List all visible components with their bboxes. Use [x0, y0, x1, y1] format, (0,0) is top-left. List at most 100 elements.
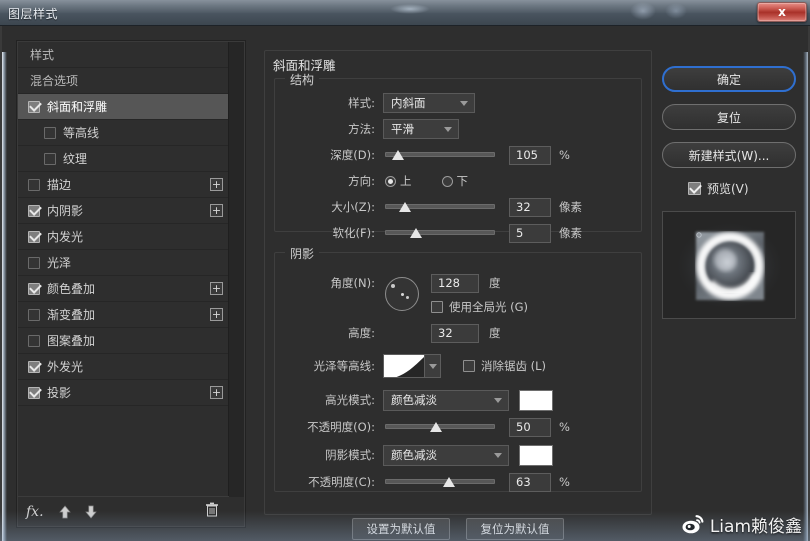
soften-slider[interactable]	[385, 226, 495, 240]
direction-up-option[interactable]: 上	[385, 173, 412, 189]
direction-up-radio[interactable]	[385, 175, 396, 187]
shadow-color-swatch[interactable]	[519, 444, 553, 466]
shadow-mode-row: 阴影模式: 颜色减淡	[275, 444, 643, 466]
sidebar-item-13[interactable]: 投影 +	[18, 380, 229, 406]
highlight-opacity-thumb[interactable]	[429, 422, 442, 432]
sidebar-item-checkbox-4[interactable]	[44, 152, 56, 165]
arrow-down-icon[interactable]	[84, 504, 98, 520]
sidebar-item-1[interactable]: 混合选项	[18, 68, 229, 94]
sidebar-item-label: 图案叠加	[47, 334, 96, 348]
size-input[interactable]: 32	[509, 197, 551, 217]
anti-alias-checkbox[interactable]	[463, 360, 475, 372]
set-default-button[interactable]: 设置为默认值	[352, 518, 450, 540]
styles-sidebar: 样式 混合选项斜面和浮雕等高线纹理 描边 + 内阴影 + 内发光 光泽 颜色叠加 + 渐变叠加 + 图案…	[16, 40, 246, 528]
highlight-mode-select[interactable]: 颜色减淡	[383, 389, 509, 411]
altitude-input[interactable]: 32	[431, 323, 479, 343]
shadow-mode-label: 阴影模式:	[325, 448, 375, 462]
sidebar-item-add-icon-9[interactable]: +	[210, 282, 223, 295]
sidebar-item-add-icon-6[interactable]: +	[210, 204, 223, 217]
title-bar: 图层样式 x	[0, 0, 810, 26]
contour-curve-icon[interactable]	[383, 354, 425, 378]
size-slider[interactable]	[385, 200, 495, 214]
gloss-contour-picker[interactable]	[383, 354, 441, 378]
structure-group-title: 结构	[285, 71, 320, 88]
sidebar-item-5[interactable]: 描边 +	[18, 172, 229, 198]
use-global-light-checkbox[interactable]	[431, 301, 443, 313]
sidebar-item-10[interactable]: 渐变叠加 +	[18, 302, 229, 328]
altitude-row: 高度: 32 度	[275, 323, 643, 343]
direction-label: 方向:	[348, 174, 375, 188]
technique-select[interactable]: 平滑	[383, 119, 459, 139]
fx-icon[interactable]: fx.	[26, 504, 44, 520]
sidebar-item-7[interactable]: 内发光	[18, 224, 229, 250]
sidebar-item-add-icon-10[interactable]: +	[210, 308, 223, 321]
close-button[interactable]: x	[757, 2, 807, 22]
depth-unit: %	[559, 148, 570, 162]
sidebar-item-checkbox-8[interactable]	[28, 256, 40, 269]
ok-button[interactable]: 确定	[662, 66, 796, 92]
reset-default-button[interactable]: 复位为默认值	[466, 518, 564, 540]
style-label: 样式:	[348, 96, 375, 110]
new-style-button[interactable]: 新建样式(W)...	[662, 142, 796, 168]
sidebar-item-checkbox-2[interactable]	[28, 100, 40, 113]
depth-input[interactable]: 105	[509, 145, 551, 165]
soften-slider-thumb[interactable]	[409, 228, 422, 238]
highlight-opacity-input[interactable]: 50	[509, 417, 551, 437]
sidebar-item-checkbox-7[interactable]	[28, 230, 40, 243]
sidebar-item-label: 等高线	[63, 126, 100, 140]
sidebar-item-label: 外发光	[47, 360, 84, 374]
sidebar-scrollbar[interactable]	[228, 42, 244, 497]
trash-icon[interactable]	[205, 502, 219, 522]
dialog-body: 样式 混合选项斜面和浮雕等高线纹理 描边 + 内阴影 + 内发光 光泽 颜色叠加 + 渐变叠加 + 图案…	[0, 26, 810, 541]
sidebar-item-11[interactable]: 图案叠加	[18, 328, 229, 354]
structure-group: 结构 样式: 内斜面 方法: 平滑 深度(D): 105 % 方向: 上 下 大…	[274, 71, 643, 243]
direction-row: 方向: 上 下	[275, 171, 643, 191]
soften-slider-track	[385, 230, 495, 235]
chevron-down-icon	[494, 398, 502, 403]
sidebar-item-0[interactable]: 样式	[18, 42, 229, 68]
preview-checkbox[interactable]	[688, 182, 701, 195]
reset-button[interactable]: 复位	[662, 104, 796, 130]
shadow-mode-select[interactable]: 颜色减淡	[383, 444, 509, 466]
shadow-opacity-slider[interactable]	[385, 475, 495, 489]
sidebar-item-6[interactable]: 内阴影 +	[18, 198, 229, 224]
sidebar-item-checkbox-9[interactable]	[28, 282, 40, 295]
depth-slider[interactable]	[385, 148, 495, 162]
sidebar-item-checkbox-13[interactable]	[28, 386, 40, 399]
arrow-up-icon[interactable]	[58, 504, 72, 520]
sidebar-item-checkbox-6[interactable]	[28, 204, 40, 217]
sidebar-item-checkbox-10[interactable]	[28, 308, 40, 321]
shadow-opacity-input[interactable]: 63	[509, 472, 551, 492]
gloss-contour-dropdown[interactable]	[425, 354, 441, 378]
size-slider-thumb[interactable]	[398, 202, 411, 212]
sidebar-item-checkbox-3[interactable]	[44, 126, 56, 139]
depth-slider-thumb[interactable]	[392, 150, 405, 160]
direction-down-option[interactable]: 下	[441, 173, 468, 189]
sidebar-item-checkbox-12[interactable]	[28, 360, 40, 373]
sidebar-item-2[interactable]: 斜面和浮雕	[18, 94, 229, 120]
angle-input[interactable]: 128	[431, 273, 479, 293]
anti-alias-option[interactable]: 消除锯齿 (L)	[463, 358, 546, 374]
sidebar-item-label: 斜面和浮雕	[47, 100, 108, 114]
sidebar-item-9[interactable]: 颜色叠加 +	[18, 276, 229, 302]
sidebar-item-12[interactable]: 外发光	[18, 354, 229, 380]
direction-down-radio[interactable]	[441, 175, 453, 187]
preview-option[interactable]: 预览(V)	[688, 180, 796, 197]
highlight-opacity-slider[interactable]	[385, 420, 495, 434]
sidebar-item-3[interactable]: 等高线	[18, 120, 229, 146]
highlight-opacity-unit: %	[559, 420, 570, 434]
sidebar-item-checkbox-11[interactable]	[28, 334, 40, 347]
sidebar-item-checkbox-5[interactable]	[28, 178, 40, 191]
sidebar-item-4[interactable]: 纹理	[18, 146, 229, 172]
window-title: 图层样式	[8, 7, 59, 21]
styles-list: 样式 混合选项斜面和浮雕等高线纹理 描边 + 内阴影 + 内发光 光泽 颜色叠加 + 渐变叠加 + 图案…	[18, 42, 229, 406]
shadow-opacity-thumb[interactable]	[442, 477, 455, 487]
sidebar-item-add-icon-13[interactable]: +	[210, 386, 223, 399]
sidebar-item-8[interactable]: 光泽	[18, 250, 229, 276]
highlight-opacity-label: 不透明度(O):	[307, 420, 375, 434]
style-select[interactable]: 内斜面	[383, 93, 475, 113]
use-global-light-row[interactable]: 使用全局光 (G)	[431, 297, 528, 317]
highlight-color-swatch[interactable]	[519, 389, 553, 411]
soften-input[interactable]: 5	[509, 223, 551, 243]
sidebar-item-add-icon-5[interactable]: +	[210, 178, 223, 191]
